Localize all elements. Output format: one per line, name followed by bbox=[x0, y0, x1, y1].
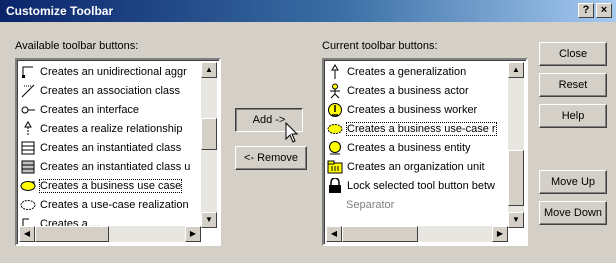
generalization-icon bbox=[326, 63, 344, 80]
use-case-realization-icon bbox=[19, 197, 37, 213]
lock-icon bbox=[326, 177, 344, 194]
list-item[interactable]: Creates an instantiated class bbox=[19, 138, 201, 157]
unidirectional-aggregation-icon bbox=[19, 64, 37, 80]
window-title: Customize Toolbar bbox=[6, 4, 114, 18]
available-buttons-label: Available toolbar buttons: bbox=[15, 40, 139, 52]
close-button[interactable]: Close bbox=[539, 42, 607, 66]
scroll-down-arrow-icon[interactable]: ▼ bbox=[508, 212, 524, 228]
list-item[interactable]: Creates an interface bbox=[19, 100, 201, 119]
scroll-down-arrow-icon[interactable]: ▼ bbox=[201, 212, 217, 228]
business-use-case-icon bbox=[19, 178, 37, 194]
current-buttons-label: Current toolbar buttons: bbox=[322, 40, 438, 52]
available-horizontal-scrollbar[interactable]: ◀ ▶ bbox=[19, 226, 201, 242]
list-item-label: Creates a generalization bbox=[347, 65, 467, 78]
current-vertical-scrollbar[interactable]: ▲ ▼ bbox=[508, 62, 524, 228]
current-buttons-list[interactable]: Creates a generalization Creates a busine… bbox=[322, 58, 528, 246]
organization-unit-icon bbox=[326, 159, 344, 175]
scroll-thumb[interactable] bbox=[342, 226, 418, 242]
scroll-up-arrow-icon[interactable]: ▲ bbox=[201, 62, 217, 78]
list-item-label: Creates an unidirectional aggr bbox=[40, 65, 187, 78]
business-worker-icon bbox=[326, 102, 344, 118]
move-up-button[interactable]: Move Up bbox=[539, 170, 607, 194]
list-item-label: Creates an instantiated class u bbox=[40, 160, 191, 173]
business-actor-icon bbox=[326, 83, 344, 99]
list-item[interactable]: Creates a business actor bbox=[326, 81, 508, 100]
list-item-label: Creates a business use case bbox=[38, 178, 183, 193]
list-item[interactable]: Creates a realize relationship bbox=[19, 119, 201, 138]
list-item[interactable]: Lock selected tool button betw bbox=[326, 176, 508, 195]
scroll-up-arrow-icon[interactable]: ▲ bbox=[508, 62, 524, 78]
available-buttons-list[interactable]: Creates an unidirectional aggr Creates an… bbox=[15, 58, 221, 246]
help-title-button[interactable]: ? bbox=[578, 3, 594, 18]
list-item[interactable]: Creates a business entity bbox=[326, 138, 508, 157]
scroll-thumb[interactable] bbox=[35, 226, 109, 242]
available-vertical-scrollbar[interactable]: ▲ ▼ bbox=[201, 62, 217, 228]
list-item-label: Creates a realize relationship bbox=[40, 122, 183, 135]
list-item[interactable]: Creates a use-case realization bbox=[19, 195, 201, 214]
scroll-thumb[interactable] bbox=[508, 150, 524, 206]
list-item-label: Creates a business entity bbox=[347, 141, 471, 154]
mouse-pointer-icon bbox=[285, 122, 299, 143]
list-item[interactable]: Creates a business use case bbox=[19, 176, 201, 195]
list-item-label: Creates a business actor bbox=[347, 84, 469, 97]
list-item-label: Separator bbox=[346, 198, 395, 211]
list-item-label: Creates a business use-case r bbox=[346, 121, 497, 136]
interface-icon bbox=[19, 102, 37, 118]
remove-button[interactable]: <- Remove bbox=[235, 146, 307, 170]
list-item[interactable]: Creates a generalization bbox=[326, 62, 508, 81]
list-item-label: Lock selected tool button betw bbox=[347, 179, 495, 192]
customize-toolbar-dialog: Customize Toolbar ? × Available toolbar … bbox=[0, 0, 616, 263]
business-entity-icon bbox=[326, 140, 344, 156]
list-item-label: Creates an interface bbox=[40, 103, 140, 116]
scroll-thumb[interactable] bbox=[201, 118, 217, 150]
list-item[interactable]: Creates an association class bbox=[19, 81, 201, 100]
business-use-case-realization-icon bbox=[326, 121, 344, 137]
scroll-right-arrow-icon[interactable]: ▶ bbox=[492, 226, 508, 242]
list-item-label: Creates a business worker bbox=[347, 103, 478, 116]
list-item-label: Creates an association class bbox=[40, 84, 181, 97]
list-item[interactable]: Creates an instantiated class u bbox=[19, 157, 201, 176]
realize-relationship-icon bbox=[19, 120, 37, 137]
list-item-label: Creates an instantiated class bbox=[40, 141, 182, 154]
move-down-button[interactable]: Move Down bbox=[539, 201, 607, 225]
scroll-right-arrow-icon[interactable]: ▶ bbox=[185, 226, 201, 242]
list-item-label: Creates an organization unit bbox=[347, 160, 485, 173]
list-item[interactable]: Separator bbox=[326, 195, 508, 214]
instantiated-class-icon bbox=[19, 140, 37, 156]
list-item-label: Creates a use-case realization bbox=[40, 198, 189, 211]
help-button[interactable]: Help bbox=[539, 104, 607, 128]
scroll-left-arrow-icon[interactable]: ◀ bbox=[326, 226, 342, 242]
title-bar[interactable]: Customize Toolbar ? × bbox=[0, 0, 616, 22]
scroll-left-arrow-icon[interactable]: ◀ bbox=[19, 226, 35, 242]
close-title-button[interactable]: × bbox=[596, 3, 612, 18]
association-class-icon bbox=[19, 83, 37, 99]
list-item[interactable]: Creates an unidirectional aggr bbox=[19, 62, 201, 81]
list-item[interactable]: Creates a business use-case r bbox=[326, 119, 508, 138]
list-item[interactable]: Creates a business worker bbox=[326, 100, 508, 119]
current-horizontal-scrollbar[interactable]: ◀ ▶ bbox=[326, 226, 508, 242]
list-item[interactable]: Creates an organization unit bbox=[326, 157, 508, 176]
reset-button[interactable]: Reset bbox=[539, 73, 607, 97]
instantiated-class-utility-icon bbox=[19, 159, 37, 175]
